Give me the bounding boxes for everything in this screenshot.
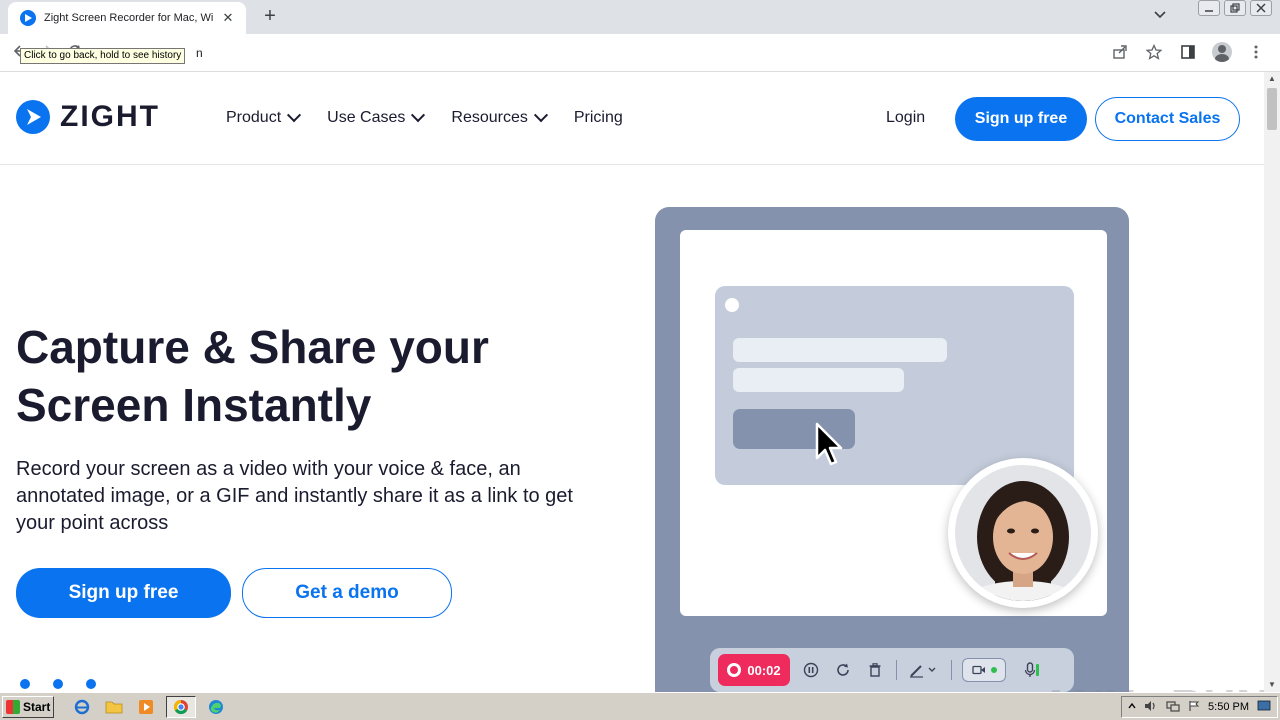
toolbar-divider	[896, 660, 897, 680]
zight-logo[interactable]: ZIGHT	[16, 100, 160, 134]
nav-use-cases[interactable]: Use Cases	[327, 108, 426, 127]
nav-pricing-label: Pricing	[573, 109, 623, 126]
tab-close-icon[interactable]: ✕	[220, 10, 236, 26]
microphone-icon[interactable]	[1016, 659, 1046, 681]
recording-toolbar: 00:02	[710, 648, 1074, 692]
close-window-icon[interactable]	[1250, 0, 1272, 16]
recording-timer: 00:02	[747, 662, 781, 678]
share-icon[interactable]	[1110, 42, 1130, 62]
nav-pricing[interactable]: Pricing	[574, 109, 623, 127]
nav-resources[interactable]: Resources	[451, 108, 548, 127]
toolbar-right-icons	[1110, 42, 1266, 62]
logo-text: ZIGHT	[60, 100, 160, 133]
nav-product-label: Product	[226, 109, 282, 126]
scroll-up-icon[interactable]: ▲	[1264, 72, 1280, 86]
scroll-thumb[interactable]	[1267, 88, 1277, 130]
system-tray: 5:50 PM	[1121, 696, 1278, 718]
anyrun-watermark: ANY▷RUN	[1040, 680, 1264, 692]
bookmark-star-icon[interactable]	[1144, 42, 1164, 62]
volume-icon[interactable]	[1144, 700, 1158, 715]
site-header: ZIGHT Product Use Cases Resources Pricin…	[0, 72, 1264, 165]
hero-subtitle: Record your screen as a video with your …	[16, 458, 573, 534]
side-panel-icon[interactable]	[1178, 42, 1198, 62]
carousel-dot[interactable]	[53, 679, 63, 689]
edge-icon[interactable]	[204, 696, 228, 718]
browser-toolbar	[0, 34, 1280, 72]
tab-search-chevron-icon[interactable]	[1150, 8, 1170, 26]
start-button[interactable]: Start	[2, 695, 54, 718]
tray-expand-icon[interactable]	[1128, 701, 1136, 713]
taskbar-clock: 5:50 PM	[1208, 701, 1249, 713]
profile-avatar-icon[interactable]	[1212, 42, 1232, 62]
chrome-icon[interactable]	[166, 695, 196, 718]
pause-icon[interactable]	[800, 659, 822, 681]
hero-title: Capture & Share your Screen Instantly	[16, 321, 489, 431]
windows-taskbar: Start 5:50 PM	[0, 692, 1280, 720]
hero-illustration	[655, 207, 1129, 692]
chevron-down-icon	[411, 108, 426, 123]
taskbar-apps	[70, 695, 228, 718]
minimize-icon[interactable]	[1198, 0, 1220, 16]
get-demo-button[interactable]: Get a demo	[242, 568, 452, 618]
address-bar-text[interactable]: n	[196, 46, 203, 60]
mouse-cursor-icon	[815, 422, 843, 466]
media-player-icon[interactable]	[134, 696, 158, 718]
windows-flag-icon	[6, 699, 20, 714]
scroll-down-icon[interactable]: ▼	[1264, 678, 1280, 692]
illustration-card	[715, 286, 1074, 485]
browser-tab-bar: Zight Screen Recorder for Mac, Windows ✕…	[0, 0, 1280, 34]
toolbar-divider	[951, 660, 952, 680]
carousel-dot[interactable]	[20, 679, 30, 689]
camera-toggle[interactable]	[962, 658, 1006, 682]
contact-sales-button[interactable]: Contact Sales	[1095, 97, 1240, 141]
nav-resources-label: Resources	[451, 109, 528, 126]
show-desktop-icon[interactable]	[1257, 700, 1271, 715]
carousel-dots	[20, 679, 96, 689]
header-signup-button[interactable]: Sign up free	[955, 97, 1087, 141]
start-label: Start	[23, 699, 51, 714]
more-menu-icon[interactable]	[1246, 42, 1266, 62]
record-icon	[727, 663, 742, 677]
action-center-flag-icon[interactable]	[1188, 700, 1200, 715]
network-icon[interactable]	[1166, 700, 1180, 715]
tab-title: Zight Screen Recorder for Mac, Windows	[44, 12, 214, 24]
nav-use-cases-label: Use Cases	[327, 109, 406, 126]
browser-tab[interactable]: Zight Screen Recorder for Mac, Windows ✕	[8, 2, 246, 34]
person-avatar	[955, 465, 1091, 601]
web-page: ZIGHT Product Use Cases Resources Pricin…	[0, 72, 1264, 692]
new-tab-button[interactable]: +	[258, 6, 282, 28]
webcam-face-bubble	[948, 458, 1098, 608]
card-line	[733, 338, 947, 362]
card-line	[733, 368, 904, 392]
record-stop-button[interactable]: 00:02	[718, 654, 790, 686]
zight-logo-icon	[16, 100, 50, 134]
camera-icon	[971, 665, 985, 675]
chevron-down-icon	[287, 108, 302, 123]
zight-favicon-icon	[20, 10, 36, 26]
hero-signup-button[interactable]: Sign up free	[16, 568, 231, 618]
ie-icon[interactable]	[70, 696, 94, 718]
draw-pen-icon[interactable]	[907, 659, 941, 681]
restart-icon[interactable]	[832, 659, 854, 681]
main-nav: Product Use Cases Resources Pricing	[226, 108, 623, 127]
trash-icon[interactable]	[864, 659, 886, 681]
window-controls	[1198, 0, 1272, 16]
restore-icon[interactable]	[1224, 0, 1246, 16]
page-scrollbar[interactable]: ▲ ▼	[1264, 72, 1280, 692]
login-link[interactable]: Login	[886, 109, 925, 127]
folder-icon[interactable]	[102, 696, 126, 718]
nav-product[interactable]: Product	[226, 108, 302, 127]
carousel-dot[interactable]	[86, 679, 96, 689]
chevron-down-icon	[533, 108, 548, 123]
status-dot	[990, 667, 997, 673]
card-dot	[725, 298, 739, 312]
mic-level-bar	[1035, 664, 1039, 676]
back-button-tooltip: Click to go back, hold to see history	[20, 48, 186, 64]
